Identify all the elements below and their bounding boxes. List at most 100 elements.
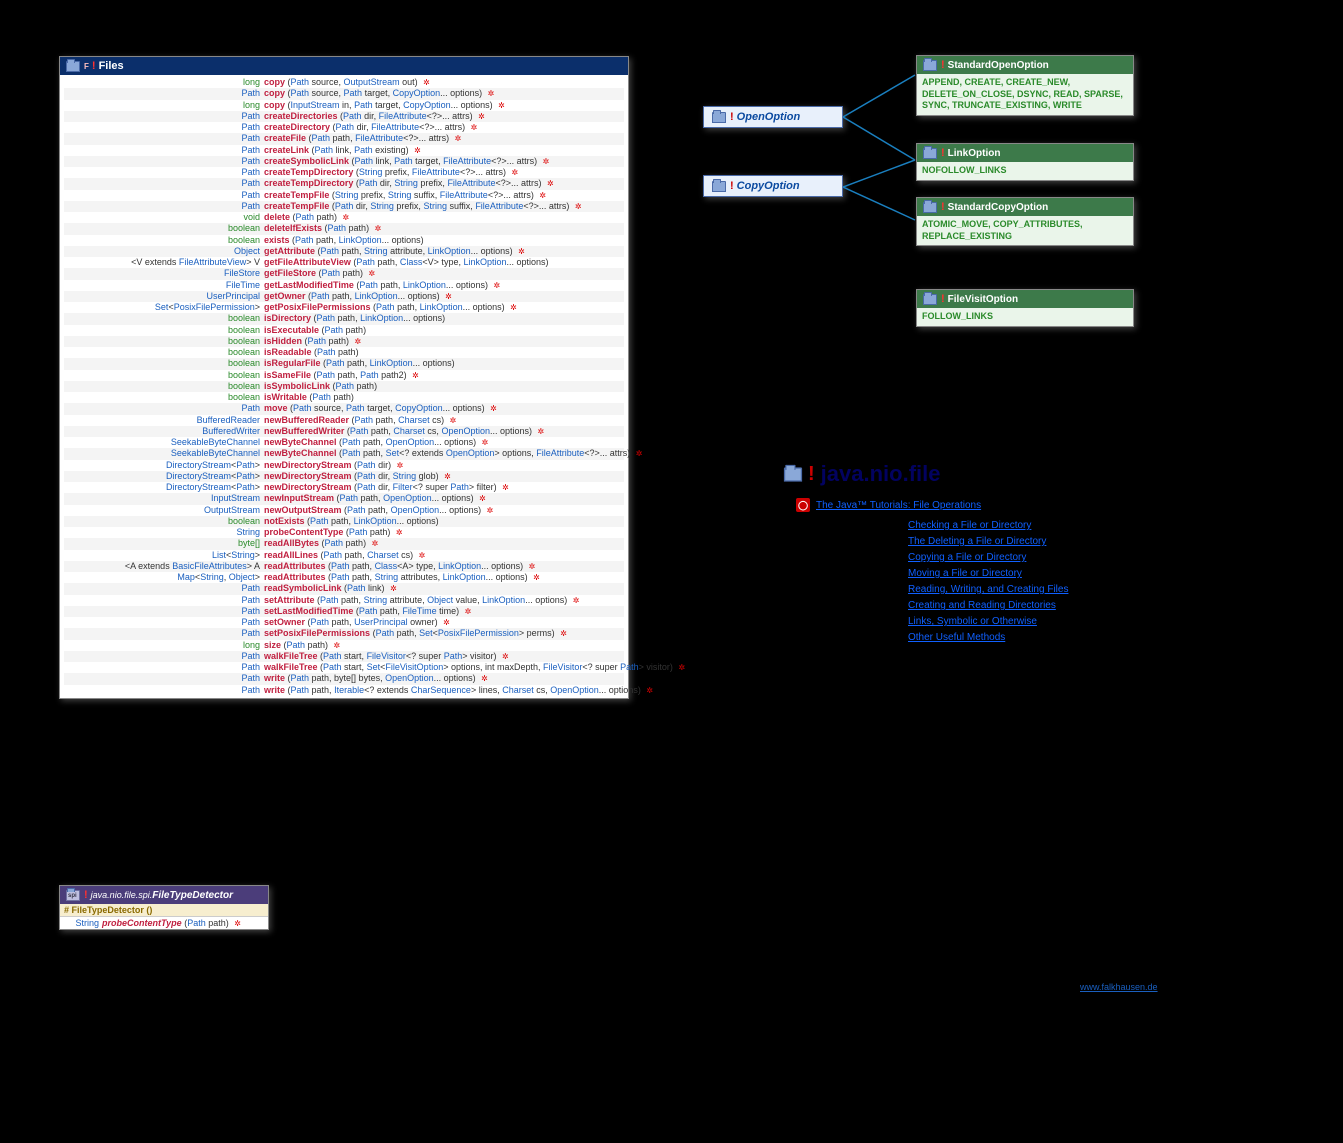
final-marker: F bbox=[84, 62, 89, 71]
method-row: <A extends BasicFileAttributes> AreadAtt… bbox=[64, 561, 624, 572]
package-title: ! java.nio.file bbox=[786, 461, 941, 487]
enum-values: FOLLOW_LINKS bbox=[917, 308, 1133, 326]
method-row: PathcreateTempFile (String prefix, Strin… bbox=[64, 190, 624, 201]
class-title: Files bbox=[99, 60, 124, 72]
method-row: booleanisSameFile (Path path, Path path2… bbox=[64, 370, 624, 381]
method-row: PathcreateLink (Path link, Path existing… bbox=[64, 145, 624, 156]
method-row: PathcreateDirectories (Path dir, FileAtt… bbox=[64, 111, 624, 122]
method-row: Pathmove (Path source, Path target, Copy… bbox=[64, 403, 624, 414]
interface-name: CopyOption bbox=[737, 180, 800, 192]
method-row: longcopy (Path source, OutputStream out)… bbox=[64, 77, 624, 88]
enum-title: FileVisitOption bbox=[948, 294, 1018, 305]
method-row: Set<PosixFilePermission>getPosixFilePerm… bbox=[64, 302, 624, 313]
enum-title: StandardCopyOption bbox=[948, 202, 1049, 213]
method-row: booleanisReadable (Path path) bbox=[64, 347, 624, 358]
files-class-box: F ! Files longcopy (Path source, OutputS… bbox=[59, 56, 629, 699]
method-row: List<String>readAllLines (Path path, Cha… bbox=[64, 550, 624, 561]
javadoc-icon: ! bbox=[941, 147, 945, 159]
ftd-header: spi ! java.nio.file.spi. FileTypeDetecto… bbox=[60, 886, 268, 904]
filetypedetector-class-box[interactable]: spi ! java.nio.file.spi. FileTypeDetecto… bbox=[59, 885, 269, 930]
method-row: DirectoryStream<Path>newDirectoryStream … bbox=[64, 460, 624, 471]
method-row: PathsetAttribute (Path path, String attr… bbox=[64, 595, 624, 606]
method-row: SeekableByteChannelnewByteChannel (Path … bbox=[64, 448, 624, 459]
enum-header: ! StandardCopyOption bbox=[917, 198, 1133, 216]
package-icon bbox=[923, 60, 937, 71]
method-row: booleanisExecutable (Path path) bbox=[64, 325, 624, 336]
javadoc-icon: ! bbox=[84, 889, 88, 901]
files-method-list: longcopy (Path source, OutputStream out)… bbox=[60, 75, 628, 698]
method-row: PathreadSymbolicLink (Path link) ✲ bbox=[64, 583, 624, 594]
package-icon bbox=[923, 294, 937, 305]
method-row: BufferedReadernewBufferedReader (Path pa… bbox=[64, 415, 624, 426]
method-row: PathcreateTempFile (Path dir, String pre… bbox=[64, 201, 624, 212]
tutorial-link[interactable]: Moving a File or Directory bbox=[908, 568, 1136, 579]
method-row: Pathwrite (Path path, Iterable<? extends… bbox=[64, 685, 624, 696]
method-row: OutputStreamnewOutputStream (Path path, … bbox=[64, 505, 624, 516]
tutorials-header-link[interactable]: The Java™ Tutorials: File Operations bbox=[816, 500, 981, 511]
tutorial-link[interactable]: Copying a File or Directory bbox=[908, 552, 1136, 563]
method-row: Pathwrite (Path path, byte[] bytes, Open… bbox=[64, 673, 624, 684]
interface-name: OpenOption bbox=[737, 111, 801, 123]
method-row: Pathcopy (Path source, Path target, Copy… bbox=[64, 88, 624, 99]
filevisitoption-enum[interactable]: ! FileVisitOption FOLLOW_LINKS bbox=[916, 289, 1134, 327]
package-icon bbox=[712, 181, 726, 192]
enum-header: ! LinkOption bbox=[917, 144, 1133, 162]
package-icon bbox=[784, 467, 802, 481]
ftd-method-sig: probeContentType (Path path) ✲ bbox=[102, 918, 241, 928]
method-row: PathsetPosixFilePermissions (Path path, … bbox=[64, 628, 624, 639]
oracle-icon: ◯ bbox=[796, 498, 810, 512]
enum-title: LinkOption bbox=[948, 148, 1001, 159]
package-icon bbox=[712, 112, 726, 123]
tutorial-link[interactable]: Reading, Writing, and Creating Files bbox=[908, 584, 1136, 595]
method-row: PathcreateTempDirectory (String prefix, … bbox=[64, 167, 624, 178]
linkoption-enum[interactable]: ! LinkOption NOFOLLOW_LINKS bbox=[916, 143, 1134, 181]
javadoc-icon: ! bbox=[92, 60, 96, 72]
tutorial-link[interactable]: Other Useful Methods bbox=[908, 632, 1136, 643]
javadoc-icon: ! bbox=[730, 180, 734, 192]
method-row: longcopy (InputStream in, Path target, C… bbox=[64, 100, 624, 111]
ftd-method-row: String probeContentType (Path path) ✲ bbox=[60, 917, 268, 929]
ftd-package: java.nio.file.spi. bbox=[91, 890, 153, 900]
method-row: booleanisWritable (Path path) bbox=[64, 392, 624, 403]
method-row: byte[]readAllBytes (Path path) ✲ bbox=[64, 538, 624, 549]
method-row: Map<String, Object>readAttributes (Path … bbox=[64, 572, 624, 583]
enum-header: ! FileVisitOption bbox=[917, 290, 1133, 308]
method-row: PathwalkFileTree (Path start, Set<FileVi… bbox=[64, 662, 624, 673]
javadoc-icon: ! bbox=[808, 463, 815, 486]
package-icon bbox=[923, 202, 937, 213]
method-row: <V extends FileAttributeView> VgetFileAt… bbox=[64, 257, 624, 268]
enum-header: ! StandardOpenOption bbox=[917, 56, 1133, 74]
method-row: BufferedWriternewBufferedWriter (Path pa… bbox=[64, 426, 624, 437]
tutorial-link[interactable]: Links, Symbolic or Otherwise bbox=[908, 616, 1136, 627]
copyoption-interface[interactable]: ! CopyOption bbox=[703, 175, 843, 197]
method-row: InputStreamnewInputStream (Path path, Op… bbox=[64, 493, 624, 504]
method-row: PathwalkFileTree (Path start, FileVisito… bbox=[64, 651, 624, 662]
openoption-interface[interactable]: ! OpenOption bbox=[703, 106, 843, 128]
connectors bbox=[843, 55, 918, 255]
enum-values: NOFOLLOW_LINKS bbox=[917, 162, 1133, 180]
method-row: PathsetLastModifiedTime (Path path, File… bbox=[64, 606, 624, 617]
method-row: PathcreateTempDirectory (Path dir, Strin… bbox=[64, 178, 624, 189]
method-row: booleanisHidden (Path path) ✲ bbox=[64, 336, 624, 347]
enum-values: ATOMIC_MOVE, COPY_ATTRIBUTES, REPLACE_EX… bbox=[917, 216, 1133, 245]
tutorial-link[interactable]: Creating and Reading Directories bbox=[908, 600, 1136, 611]
method-row: booleanisDirectory (Path path, LinkOptio… bbox=[64, 313, 624, 324]
ftd-constructor: # FileTypeDetector () bbox=[60, 904, 268, 916]
files-header: F ! Files bbox=[60, 57, 628, 75]
method-row: voiddelete (Path path) ✲ bbox=[64, 212, 624, 223]
enum-values: APPEND, CREATE, CREATE_NEW, DELETE_ON_CL… bbox=[917, 74, 1133, 115]
tutorial-links: ◯ The Java™ Tutorials: File Operations C… bbox=[796, 498, 1136, 648]
tutorial-link[interactable]: Checking a File or Directory bbox=[908, 520, 1136, 531]
javadoc-icon: ! bbox=[730, 111, 734, 123]
watermark-link[interactable]: www.falkhausen.de bbox=[1080, 982, 1158, 992]
standardcopyoption-enum[interactable]: ! StandardCopyOption ATOMIC_MOVE, COPY_A… bbox=[916, 197, 1134, 246]
method-row: FileStoregetFileStore (Path path) ✲ bbox=[64, 268, 624, 279]
ftd-title: FileTypeDetector bbox=[152, 890, 233, 901]
ftd-method-ret: String bbox=[64, 918, 102, 928]
method-row: longsize (Path path) ✲ bbox=[64, 640, 624, 651]
method-row: PathcreateDirectory (Path dir, FileAttri… bbox=[64, 122, 624, 133]
tutorial-link[interactable]: The Deleting a File or Directory bbox=[908, 536, 1136, 547]
package-icon bbox=[923, 148, 937, 159]
package-icon bbox=[66, 61, 80, 72]
standardopenoption-enum[interactable]: ! StandardOpenOption APPEND, CREATE, CRE… bbox=[916, 55, 1134, 116]
